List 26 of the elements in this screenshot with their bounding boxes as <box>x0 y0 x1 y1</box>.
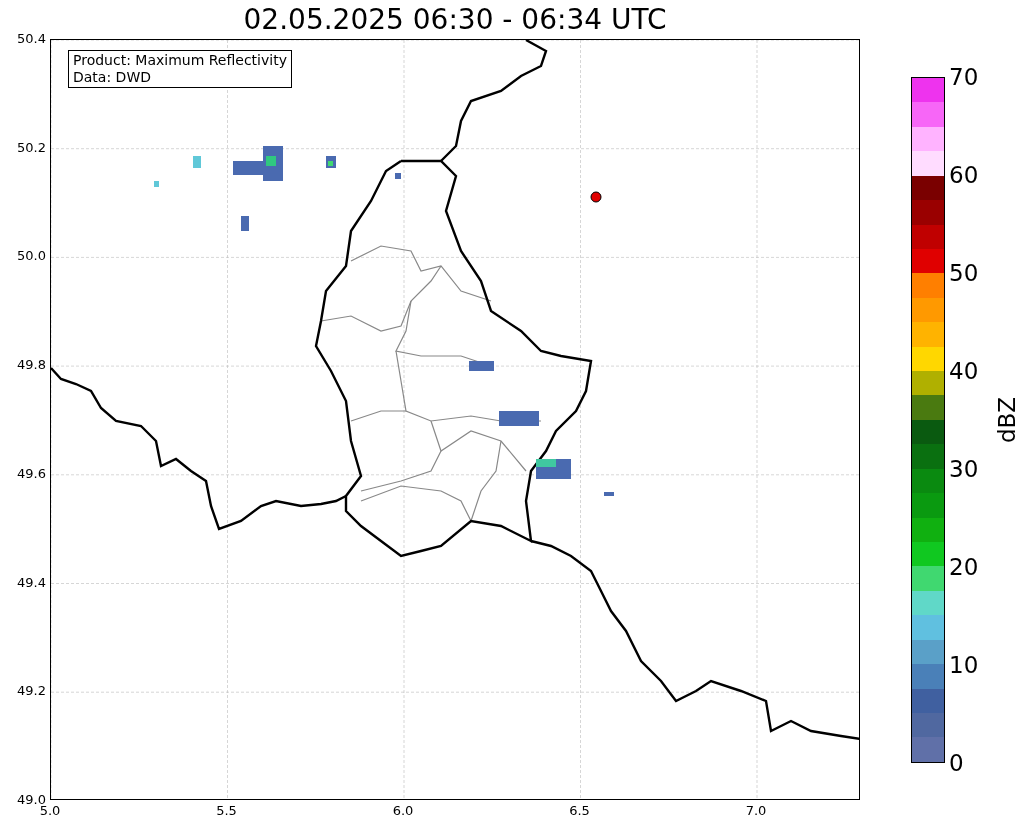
info-text: Data: DWD <box>73 69 152 86</box>
colorbar-tick-label: 0 <box>949 751 964 775</box>
colorbar-label: dBZ <box>995 396 1019 444</box>
y-tick-label: 49.4 <box>16 575 46 590</box>
y-tick-label: 50.4 <box>16 32 46 46</box>
colorbar-tick-label: 30 <box>949 457 979 481</box>
info-text: Product: Maximum Reflectivity <box>73 52 287 69</box>
x-tick-label: 7.0 <box>744 804 768 818</box>
colorbar-tick-label: 20 <box>949 555 979 579</box>
colorbar-tick-label: 40 <box>949 359 979 383</box>
colorbar-tick-label: 70 <box>949 65 979 89</box>
y-tick-label: 49.0 <box>16 792 46 807</box>
colorbar-tick-label: 10 <box>949 653 979 677</box>
colorbar-tick-label: 60 <box>949 163 979 187</box>
x-tick-label: 6.5 <box>568 804 591 818</box>
x-tick-label: 6.0 <box>391 804 415 818</box>
location-marker-icon <box>590 191 602 203</box>
y-tick-label: 49.6 <box>16 466 46 481</box>
x-tick-label: 5.0 <box>39 804 62 818</box>
y-tick-label: 50.2 <box>16 140 46 155</box>
chart-title: 02.05.2025 06:30 - 06:34 UTC <box>243 5 667 34</box>
colorbar-tick-label: 50 <box>949 261 979 285</box>
y-tick-label: 49.8 <box>16 358 46 373</box>
y-tick-label: 49.2 <box>16 684 46 699</box>
x-tick-label: 5.5 <box>215 804 238 818</box>
y-tick-label: 50.0 <box>16 249 46 264</box>
